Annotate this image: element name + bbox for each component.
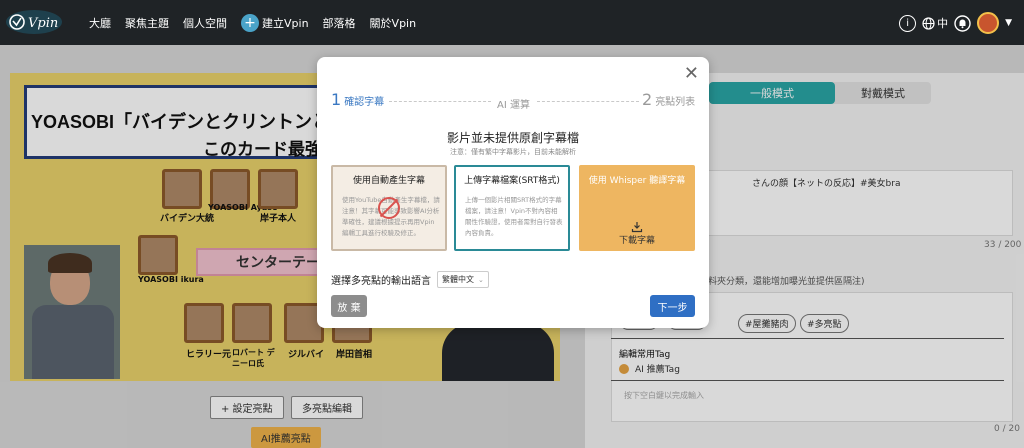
cancel-button[interactable]: 放 棄 bbox=[331, 295, 367, 317]
step-1-indicator: 1 確認字幕 bbox=[331, 90, 384, 109]
option-title: 使用自動產生字幕 bbox=[352, 176, 425, 186]
option-title: 上傳字幕檔案(SRT格式) bbox=[464, 176, 560, 186]
language-switch[interactable]: 中 bbox=[922, 15, 948, 31]
output-language-row: 選擇多亮點的輸出語言 繁體中文 ⌄ bbox=[331, 271, 489, 288]
output-language-value: 繁體中文 bbox=[442, 275, 474, 284]
nav-link-topics[interactable]: 聚焦主題 bbox=[125, 15, 169, 31]
download-subtitle-button[interactable]: 下載字幕 bbox=[581, 221, 693, 246]
nav-link-personal[interactable]: 個人空間 bbox=[183, 15, 227, 31]
step-1-number: 1 bbox=[331, 90, 342, 109]
modal-note: 注意：僅有繁中字幕影片，目前未能解析 bbox=[450, 148, 576, 156]
create-vpin-label: 建立Vpin bbox=[262, 17, 309, 30]
step-2-indicator: 2 亮點列表 bbox=[642, 90, 695, 109]
modal-heading: 影片並未提供原創字幕檔 bbox=[446, 131, 579, 145]
step-1-label: 確認字幕 bbox=[344, 97, 385, 108]
option-title: 使用 Whisper 聽譯字幕 bbox=[588, 176, 686, 186]
logo-text: Vpin bbox=[28, 16, 58, 31]
step-connector bbox=[537, 101, 639, 102]
nav-link-lobby[interactable]: 大廳 bbox=[89, 15, 111, 31]
step-connector bbox=[389, 101, 491, 102]
language-label: 中 bbox=[937, 17, 949, 30]
avatar[interactable] bbox=[977, 12, 1000, 34]
step-ai-label: AI 運算 bbox=[497, 100, 530, 111]
chevron-down-icon[interactable]: ▼ bbox=[1005, 18, 1012, 28]
top-navbar: Vpin 大廳 聚焦主題 個人空間 + 建立Vpin 部落格 關於Vpin i … bbox=[0, 0, 1024, 45]
prohibited-icon bbox=[378, 197, 400, 219]
create-vpin-button[interactable]: + 建立Vpin bbox=[241, 14, 309, 32]
subtitle-modal: ✕ 1 確認字幕 AI 運算 2 亮點列表 影片並未提供原創字幕檔 注意：僅有繁… bbox=[317, 57, 709, 328]
download-icon bbox=[631, 222, 643, 233]
output-language-label: 選擇多亮點的輸出語言 bbox=[331, 276, 431, 287]
next-button[interactable]: 下一步 bbox=[650, 295, 695, 317]
close-icon[interactable]: ✕ bbox=[684, 65, 699, 83]
plus-icon: + bbox=[241, 14, 259, 32]
nav-link-blog[interactable]: 部落格 bbox=[323, 15, 356, 31]
option-description: 上傳一個影片相關SRT格式的字幕檔案，請注意！Vpin不對內容相關性作驗證，使用… bbox=[465, 196, 563, 237]
bell-icon[interactable] bbox=[954, 14, 971, 32]
chevron-down-icon: ⌄ bbox=[478, 275, 484, 284]
info-icon[interactable]: i bbox=[899, 14, 917, 32]
option-auto-subtitle[interactable]: 使用自動產生字幕 使用YouTube自動產生字幕檔，請注意！其字幕可能導致影響A… bbox=[331, 165, 447, 251]
step-2-number: 2 bbox=[642, 90, 653, 109]
option-whisper[interactable]: 使用 Whisper 聽譯字幕 下載字幕 bbox=[579, 165, 695, 251]
vpin-logo[interactable]: Vpin bbox=[6, 8, 68, 36]
output-language-select[interactable]: 繁體中文 ⌄ bbox=[437, 271, 489, 288]
option-upload-srt[interactable]: 上傳字幕檔案(SRT格式) 上傳一個影片相關SRT格式的字幕檔案，請注意！Vpi… bbox=[454, 165, 570, 251]
download-label: 下載字幕 bbox=[618, 236, 655, 246]
globe-icon bbox=[922, 16, 935, 30]
step-2-label: 亮點列表 bbox=[655, 97, 696, 108]
nav-link-about[interactable]: 關於Vpin bbox=[370, 15, 417, 31]
